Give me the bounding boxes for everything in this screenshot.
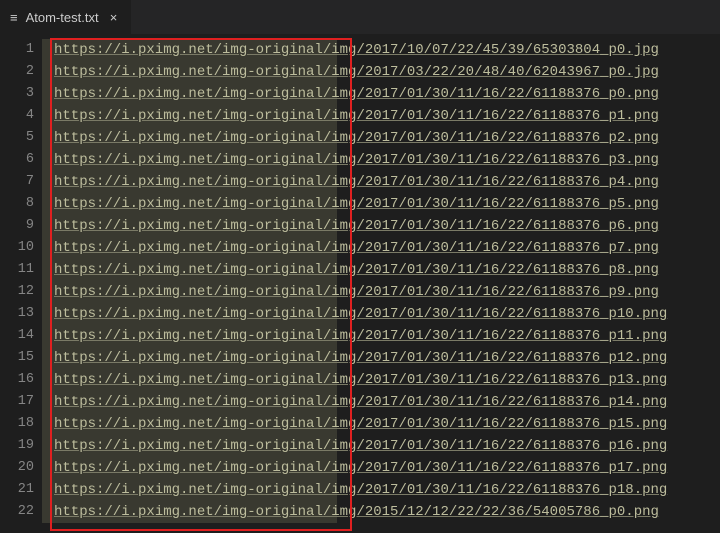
line-number-gutter: 12345678910111213141516171819202122 [0,35,42,533]
code-line[interactable]: https://i.pximg.net/img-original/img/201… [54,325,720,347]
code-line[interactable]: https://i.pximg.net/img-original/img/201… [54,281,720,303]
line-number: 12 [0,281,42,303]
line-number: 10 [0,237,42,259]
url-text[interactable]: https://i.pximg.net/img-original/img/201… [54,174,659,190]
url-text[interactable]: https://i.pximg.net/img-original/img/201… [54,218,659,234]
line-number: 20 [0,457,42,479]
url-text[interactable]: https://i.pximg.net/img-original/img/201… [54,350,667,366]
tab-filename: Atom-test.txt [26,10,99,25]
url-text[interactable]: https://i.pximg.net/img-original/img/201… [54,152,659,168]
line-number: 4 [0,105,42,127]
line-number: 1 [0,39,42,61]
close-icon[interactable]: × [107,10,121,25]
code-line[interactable]: https://i.pximg.net/img-original/img/201… [54,105,720,127]
line-number: 3 [0,83,42,105]
url-text[interactable]: https://i.pximg.net/img-original/img/201… [54,42,659,58]
url-text[interactable]: https://i.pximg.net/img-original/img/201… [54,460,667,476]
url-text[interactable]: https://i.pximg.net/img-original/img/201… [54,196,659,212]
code-line[interactable]: https://i.pximg.net/img-original/img/201… [54,435,720,457]
line-number: 6 [0,149,42,171]
code-line[interactable]: https://i.pximg.net/img-original/img/201… [54,369,720,391]
code-line[interactable]: https://i.pximg.net/img-original/img/201… [54,193,720,215]
url-text[interactable]: https://i.pximg.net/img-original/img/201… [54,64,659,80]
url-text[interactable]: https://i.pximg.net/img-original/img/201… [54,328,667,344]
line-number: 11 [0,259,42,281]
code-line[interactable]: https://i.pximg.net/img-original/img/201… [54,501,720,523]
code-line[interactable]: https://i.pximg.net/img-original/img/201… [54,61,720,83]
url-text[interactable]: https://i.pximg.net/img-original/img/201… [54,482,667,498]
code-line[interactable]: https://i.pximg.net/img-original/img/201… [54,149,720,171]
line-number: 7 [0,171,42,193]
code-line[interactable]: https://i.pximg.net/img-original/img/201… [54,83,720,105]
tab-active[interactable]: ≡ Atom-test.txt × [0,0,131,34]
code-line[interactable]: https://i.pximg.net/img-original/img/201… [54,303,720,325]
code-content[interactable]: https://i.pximg.net/img-original/img/201… [42,35,720,533]
url-text[interactable]: https://i.pximg.net/img-original/img/201… [54,130,659,146]
line-number: 13 [0,303,42,325]
url-text[interactable]: https://i.pximg.net/img-original/img/201… [54,108,659,124]
code-line[interactable]: https://i.pximg.net/img-original/img/201… [54,391,720,413]
line-number: 2 [0,61,42,83]
file-icon: ≡ [10,11,18,24]
code-line[interactable]: https://i.pximg.net/img-original/img/201… [54,171,720,193]
line-number: 9 [0,215,42,237]
line-number: 22 [0,501,42,523]
code-line[interactable]: https://i.pximg.net/img-original/img/201… [54,39,720,61]
code-line[interactable]: https://i.pximg.net/img-original/img/201… [54,127,720,149]
line-number: 14 [0,325,42,347]
code-line[interactable]: https://i.pximg.net/img-original/img/201… [54,215,720,237]
url-text[interactable]: https://i.pximg.net/img-original/img/201… [54,416,667,432]
line-number: 17 [0,391,42,413]
line-number: 8 [0,193,42,215]
url-text[interactable]: https://i.pximg.net/img-original/img/201… [54,284,659,300]
tab-bar: ≡ Atom-test.txt × [0,0,720,35]
code-line[interactable]: https://i.pximg.net/img-original/img/201… [54,347,720,369]
url-text[interactable]: https://i.pximg.net/img-original/img/201… [54,240,659,256]
url-text[interactable]: https://i.pximg.net/img-original/img/201… [54,394,667,410]
line-number: 15 [0,347,42,369]
line-number: 18 [0,413,42,435]
line-number: 16 [0,369,42,391]
url-text[interactable]: https://i.pximg.net/img-original/img/201… [54,372,667,388]
code-line[interactable]: https://i.pximg.net/img-original/img/201… [54,457,720,479]
url-text[interactable]: https://i.pximg.net/img-original/img/201… [54,306,667,322]
url-text[interactable]: https://i.pximg.net/img-original/img/201… [54,438,667,454]
url-text[interactable]: https://i.pximg.net/img-original/img/201… [54,504,659,520]
code-line[interactable]: https://i.pximg.net/img-original/img/201… [54,479,720,501]
code-line[interactable]: https://i.pximg.net/img-original/img/201… [54,237,720,259]
url-text[interactable]: https://i.pximg.net/img-original/img/201… [54,262,659,278]
code-line[interactable]: https://i.pximg.net/img-original/img/201… [54,259,720,281]
url-text[interactable]: https://i.pximg.net/img-original/img/201… [54,86,659,102]
line-number: 21 [0,479,42,501]
code-line[interactable]: https://i.pximg.net/img-original/img/201… [54,413,720,435]
line-number: 19 [0,435,42,457]
line-number: 5 [0,127,42,149]
editor-area[interactable]: 12345678910111213141516171819202122 http… [0,35,720,533]
